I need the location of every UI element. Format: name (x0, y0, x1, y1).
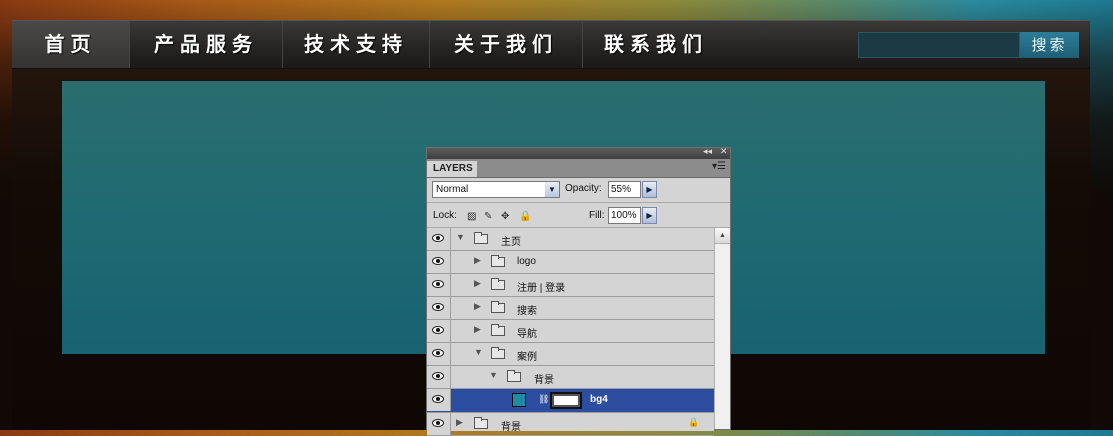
eye-icon (432, 349, 444, 357)
visibility-toggle[interactable] (427, 297, 451, 319)
layer-row[interactable]: ▶ 注册 | 登录 (427, 274, 714, 297)
layer-row[interactable]: ▶ logo (427, 251, 714, 274)
eye-icon (432, 280, 444, 288)
expand-triangle-icon[interactable]: ▶ (474, 324, 481, 335)
visibility-toggle[interactable] (427, 320, 451, 342)
layers-panel: ◂◂ ✕ LAYERS ▾☰ Normal ▼ Opacity: 55% ▶ L… (426, 146, 731, 436)
fill-label: Fill: (589, 210, 605, 221)
expand-triangle-icon[interactable]: ▶ (456, 417, 463, 428)
layer-row-selected[interactable]: ⛓ bg4 (427, 389, 714, 413)
divider (427, 202, 730, 203)
eye-icon (432, 326, 444, 334)
layers-scrollbar[interactable]: ▲ (714, 228, 730, 429)
eye-icon (432, 419, 444, 427)
visibility-toggle[interactable] (427, 366, 451, 388)
layer-row[interactable]: ▶ 搜索 (427, 297, 714, 320)
tab-layers[interactable]: LAYERS (427, 161, 477, 177)
lock-image-icon[interactable]: ✎ (484, 211, 492, 222)
search-input[interactable] (858, 32, 1020, 58)
layer-name: 案例 (517, 352, 537, 363)
layers-list: ▼ 主页 ▶ logo ▶ 注册 | 登录 ▶ 搜索 ▶ 导航 ▼ 案例 ▼ 背… (427, 228, 714, 436)
folder-icon (491, 324, 505, 336)
opacity-slider-button[interactable]: ▶ (642, 181, 657, 198)
folder-icon (491, 278, 505, 290)
eye-icon (432, 234, 444, 242)
eye-icon (432, 257, 444, 265)
main-nav: 首页 产品服务 技术支持 关于我们 联系我们 搜索 (12, 20, 1090, 69)
nav-item-products[interactable]: 产品服务 (130, 21, 283, 68)
close-icon[interactable]: ✕ (720, 146, 728, 157)
expand-triangle-icon[interactable]: ▶ (474, 301, 481, 312)
opacity-field[interactable]: 55% (608, 181, 641, 198)
layer-row[interactable]: ▼ 案例 (427, 343, 714, 366)
expand-triangle-icon[interactable]: ▼ (456, 232, 465, 242)
lock-transparent-icon[interactable]: ▨ (467, 211, 476, 222)
expand-triangle-icon[interactable]: ▶ (474, 255, 481, 266)
layer-row[interactable]: ▼ 背景 (427, 366, 714, 389)
visibility-toggle[interactable] (427, 389, 451, 411)
eye-icon (432, 395, 444, 403)
folder-icon (491, 301, 505, 313)
opacity-label: Opacity: (565, 183, 602, 194)
layer-name: 主页 (501, 237, 521, 248)
folder-icon (474, 417, 488, 429)
layer-name: bg4 (590, 394, 608, 405)
visibility-toggle[interactable] (427, 343, 451, 365)
collapse-icon[interactable]: ◂◂ (703, 146, 712, 157)
search-button[interactable]: 搜索 (1020, 32, 1079, 58)
layer-name: 搜索 (517, 306, 537, 317)
folder-icon (491, 347, 505, 359)
link-icon[interactable]: ⛓ (538, 394, 549, 405)
nav-item-support[interactable]: 技术支持 (283, 21, 430, 68)
panel-menu-icon[interactable]: ▾☰ (712, 161, 726, 172)
layer-row[interactable]: ▶ 背景 🔒 (427, 413, 714, 436)
panel-title-bar[interactable]: ◂◂ ✕ (427, 146, 730, 159)
expand-triangle-icon[interactable]: ▼ (474, 347, 483, 357)
chevron-down-icon[interactable]: ▼ (545, 182, 559, 197)
visibility-toggle[interactable] (427, 228, 451, 250)
expand-triangle-icon[interactable]: ▼ (489, 370, 498, 380)
lock-icon: 🔒 (688, 417, 700, 427)
visibility-toggle[interactable] (427, 274, 451, 296)
nav-item-contact[interactable]: 联系我们 (583, 21, 729, 68)
layer-name: 导航 (517, 329, 537, 340)
blend-mode-select[interactable]: Normal ▼ (432, 181, 560, 198)
layer-name: logo (517, 256, 536, 267)
visibility-toggle[interactable] (427, 251, 451, 273)
expand-triangle-icon[interactable]: ▶ (474, 278, 481, 289)
layer-name: 背景 (534, 375, 554, 386)
layer-name: 注册 | 登录 (517, 283, 566, 294)
color-swatch-icon (512, 393, 526, 407)
folder-icon (507, 370, 521, 382)
visibility-toggle[interactable] (427, 413, 451, 435)
eye-icon (432, 372, 444, 380)
lock-position-icon[interactable]: ✥ (501, 211, 509, 222)
blend-mode-value: Normal (436, 184, 469, 195)
eye-icon (432, 303, 444, 311)
layer-row[interactable]: ▶ 导航 (427, 320, 714, 343)
scroll-up-icon[interactable]: ▲ (715, 228, 730, 244)
fill-slider-button[interactable]: ▶ (642, 207, 657, 224)
folder-icon (491, 255, 505, 267)
panel-tabbar: LAYERS ▾☰ (427, 159, 730, 178)
lock-label: Lock: (433, 210, 457, 221)
lock-all-icon[interactable]: 🔒 (519, 211, 531, 222)
folder-icon (474, 232, 488, 244)
layer-name: 背景 (501, 422, 521, 433)
nav-item-home[interactable]: 首页 (12, 21, 130, 68)
fill-field[interactable]: 100% (608, 207, 641, 224)
layer-mask-thumbnail[interactable] (550, 392, 582, 409)
layer-row[interactable]: ▼ 主页 (427, 228, 714, 251)
nav-item-about[interactable]: 关于我们 (430, 21, 583, 68)
